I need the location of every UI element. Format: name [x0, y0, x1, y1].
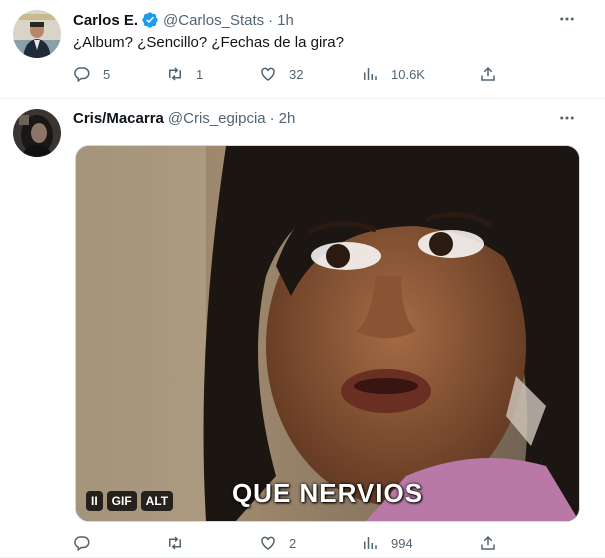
views-icon [364, 537, 377, 549]
reply-icon [74, 536, 90, 552]
retweet-count: 1 [196, 66, 204, 82]
tweet-header: Carlos E. @Carlos_Stats · 1h [73, 11, 294, 29]
more-icon[interactable] [557, 108, 577, 128]
tweet-header: Cris/Macarra @Cris_egipcia · 2h [73, 110, 295, 127]
views-button[interactable]: 10.6K [361, 64, 425, 84]
like-count: 32 [289, 66, 304, 82]
separator: · [269, 110, 275, 127]
views-button[interactable]: 994 [361, 533, 413, 553]
reply-button[interactable] [73, 533, 103, 553]
more-icon[interactable] [557, 9, 577, 29]
like-icon [261, 536, 275, 550]
like-button[interactable]: 32 [259, 64, 303, 84]
retweet-button[interactable] [166, 533, 196, 553]
reply-icon [74, 67, 90, 83]
share-button[interactable] [479, 533, 497, 553]
views-count: 10.6K [391, 66, 425, 82]
share-icon [481, 535, 495, 550]
retweet-icon [169, 67, 181, 81]
handle[interactable]: @Carlos_Stats [163, 12, 264, 29]
retweet-icon [169, 536, 181, 550]
like-count: 2 [289, 535, 297, 551]
retweet-button[interactable]: 1 [166, 64, 203, 84]
gif-frame [76, 146, 579, 521]
tweet-actions: 2 994 [73, 533, 503, 553]
gif-media[interactable]: II GIF ALT QUE NERVIOS [75, 145, 580, 522]
like-button[interactable]: 2 [259, 533, 296, 553]
reply-count: 5 [103, 66, 111, 82]
tweet-text: ¿Album? ¿Sencillo? ¿Fechas de la gira? [73, 34, 344, 51]
share-icon [481, 66, 495, 81]
gif-caption: QUE NERVIOS [231, 478, 424, 508]
like-icon [261, 67, 275, 81]
tweet[interactable]: Carlos E. @Carlos_Stats · 1h ¿Album? ¿Se… [0, 0, 605, 99]
share-button[interactable] [479, 64, 497, 84]
handle[interactable]: @Cris_egipcia [168, 110, 266, 127]
tweet-actions: 5 1 32 10.6K [73, 64, 503, 84]
separator: · [268, 11, 274, 29]
tweet[interactable]: Cris/Macarra @Cris_egipcia · 2h II GIF A… [0, 99, 605, 558]
timestamp[interactable]: 1h [277, 12, 294, 29]
reply-button[interactable]: 5 [73, 64, 110, 84]
avatar[interactable] [13, 109, 61, 157]
verified-icon [141, 11, 159, 29]
views-icon [364, 68, 377, 80]
timestamp[interactable]: 2h [279, 110, 296, 127]
views-count: 994 [391, 535, 413, 551]
display-name[interactable]: Cris/Macarra [73, 110, 164, 127]
display-name[interactable]: Carlos E. [73, 12, 138, 29]
avatar[interactable] [13, 10, 61, 58]
